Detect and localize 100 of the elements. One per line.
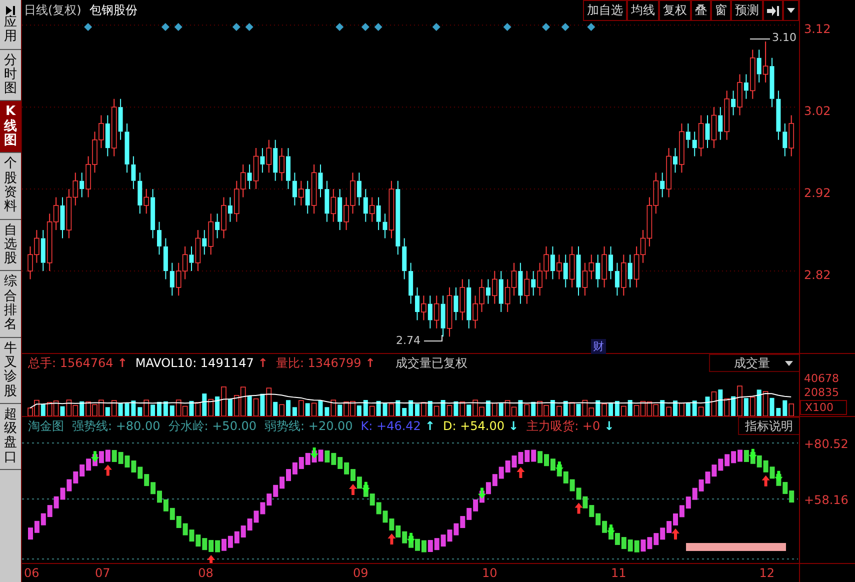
toolbar-button[interactable]: 复权 <box>659 0 691 22</box>
candlestick <box>260 148 265 174</box>
candlestick <box>563 254 568 288</box>
candlestick <box>776 90 781 141</box>
trend-arrow: ↑ <box>258 356 268 370</box>
candlestick <box>305 180 310 215</box>
candlestick <box>666 148 672 198</box>
candlestick <box>756 50 762 84</box>
candlestick <box>279 148 284 182</box>
toolbar-button[interactable]: 均线 <box>627 0 659 22</box>
price-axis-label: 3.12 <box>803 22 832 36</box>
sidebar-tab[interactable]: 自选股 <box>0 220 21 272</box>
candlestick <box>228 197 232 223</box>
trend-arrow: ↑ <box>365 356 376 370</box>
candlestick <box>215 214 220 240</box>
candlestick <box>492 270 498 305</box>
sidebar-tab[interactable]: K线图 <box>0 101 21 154</box>
candlestick <box>744 74 748 100</box>
candlestick <box>660 172 665 198</box>
trend-arrow: ↑ <box>117 356 128 370</box>
candlestick <box>531 270 536 297</box>
low-price-label: 2.74 <box>396 334 420 348</box>
period-title: 日线(复权) <box>24 2 82 20</box>
candlestick <box>311 164 317 215</box>
candlestick <box>460 279 466 322</box>
month-label: 07 <box>94 566 110 580</box>
candlestick <box>788 115 794 158</box>
dropdown-caret-icon[interactable] <box>783 0 799 22</box>
candlestick <box>770 58 774 108</box>
finance-marker[interactable]: 财 <box>591 339 606 354</box>
volume-axis-label: 40678 <box>803 372 840 386</box>
play-end-icon[interactable] <box>4 4 16 16</box>
candlestick <box>338 189 342 231</box>
candlestick <box>718 107 723 141</box>
toolbar-button[interactable]: 预测 <box>731 0 763 22</box>
candlestick <box>363 189 368 223</box>
candlestick <box>292 172 297 206</box>
indicator-stat: 主力吸货: +0 <box>526 418 600 435</box>
indicator-stat: 强势线: +80.00 <box>72 418 160 435</box>
trend-arrow: ↓ <box>508 419 519 434</box>
indicator-help-button[interactable]: 指标说明 <box>738 417 799 436</box>
indicator-axis-label: +80.52 <box>803 437 850 452</box>
candlestick <box>408 262 414 305</box>
toolbar-button[interactable]: 叠 <box>691 0 711 22</box>
candlestick <box>388 180 394 240</box>
candlestick <box>621 254 626 297</box>
candlestick <box>428 296 432 330</box>
caret-icon <box>785 360 793 366</box>
candlestick <box>518 262 523 305</box>
candlestick <box>150 189 156 240</box>
candlestick <box>396 180 400 256</box>
candlestick <box>750 50 756 100</box>
candlestick <box>170 262 174 297</box>
candlestick <box>157 222 162 256</box>
candlestick <box>40 230 46 272</box>
high-price-label: 3.10 <box>772 31 796 44</box>
toolbar-button[interactable]: 加自选 <box>583 0 627 22</box>
leader-line <box>424 334 442 342</box>
volume-stat: MAVOL10: 1491147 <box>135 356 254 370</box>
candlestick <box>189 246 194 272</box>
candlestick <box>737 74 742 116</box>
candlestick <box>144 189 149 215</box>
indicator-name: 淘金图 <box>28 418 64 435</box>
candlestick <box>556 254 562 280</box>
sidebar-tab[interactable]: 应用 <box>0 16 21 50</box>
candlestick <box>221 197 226 240</box>
candlestick <box>486 279 490 305</box>
candlestick <box>440 296 446 338</box>
candlestick <box>369 197 375 223</box>
candlestick <box>286 148 290 190</box>
candlestick <box>550 246 555 280</box>
candlestick <box>782 123 788 158</box>
candlestick <box>376 197 381 231</box>
skip-end-icon[interactable] <box>763 0 783 22</box>
indicator-dropdown[interactable]: 成交量 <box>709 354 799 372</box>
volume-axis-label: X100 <box>800 400 847 416</box>
sidebar-tab[interactable]: 综合排名 <box>0 271 21 338</box>
candlestick <box>330 189 336 223</box>
candlestick <box>596 254 600 288</box>
candlestick <box>208 214 214 256</box>
toolbar-button[interactable]: 窗 <box>711 0 731 22</box>
candlestick <box>679 123 684 174</box>
sidebar-tab[interactable]: 个股资料 <box>0 153 21 220</box>
candlestick <box>195 230 201 272</box>
candlestick <box>602 246 607 288</box>
sidebar-tab[interactable]: 牛叉诊股 <box>0 338 21 404</box>
candlestick <box>415 287 420 322</box>
candlestick <box>131 156 136 190</box>
indicator-stat: K: +46.42 <box>360 419 421 434</box>
candlestick <box>298 180 304 206</box>
candlestick <box>711 107 717 150</box>
candlestick <box>382 214 388 240</box>
candlestick <box>576 246 581 297</box>
indicator-stat: 弱势线: +20.00 <box>264 418 353 435</box>
candlestick <box>124 123 130 174</box>
month-label: 08 <box>198 566 214 580</box>
indicator-stat: 分水岭: +50.00 <box>168 418 257 435</box>
candlestick <box>446 287 452 338</box>
sidebar-tab[interactable]: 超级盘口 <box>0 404 21 470</box>
month-label: 12 <box>759 566 775 580</box>
